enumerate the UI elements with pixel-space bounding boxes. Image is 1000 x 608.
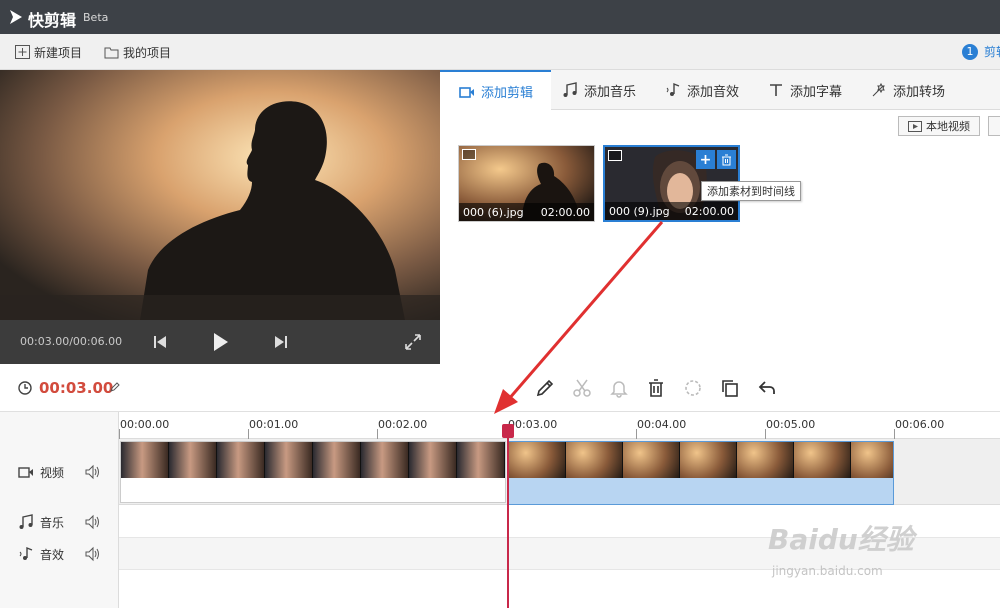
new-project-label: 新建项目	[34, 45, 83, 60]
folder-icon	[104, 47, 119, 59]
previous-frame-icon[interactable]	[150, 332, 170, 352]
local-video-label: 本地视频	[926, 120, 970, 133]
image-type-icon	[462, 149, 476, 160]
ruler-label: 00:05.00	[766, 418, 816, 431]
next-frame-icon[interactable]	[271, 332, 291, 352]
text-icon	[770, 84, 782, 96]
notification-badge: 1	[962, 43, 978, 60]
video-file-icon	[908, 120, 922, 132]
video-camera-icon	[459, 86, 474, 98]
clip-filmstrip	[121, 442, 505, 478]
copy-icon[interactable]	[720, 378, 740, 398]
media-duration: 02:00.00	[684, 204, 734, 218]
undo-icon[interactable]	[757, 378, 777, 398]
scissors-icon[interactable]	[572, 378, 592, 398]
playhead[interactable]	[507, 426, 509, 608]
new-project-button[interactable]: 新建项目	[15, 43, 82, 61]
edit-toolbar: 00:03.00	[0, 364, 1000, 412]
track-headers: 视频 音乐 音效	[0, 412, 119, 608]
trash-icon[interactable]	[646, 378, 666, 398]
tab-label: 添加剪辑	[481, 86, 534, 101]
plus-box-icon	[15, 45, 30, 59]
tab-add-subtitle[interactable]: 添加字幕	[768, 70, 842, 110]
bell-icon[interactable]	[609, 378, 629, 398]
tab-label: 添加转场	[893, 84, 946, 100]
media-item[interactable]: 000 (6).jpg 02:00.00	[458, 145, 595, 222]
image-type-icon	[608, 150, 622, 161]
current-timecode: 00:03.00	[39, 379, 114, 397]
ruler-label: 00:03.00	[508, 418, 558, 431]
video-preview: 00:03.00/00:06.00	[0, 70, 440, 364]
version-tag: Beta	[83, 11, 109, 24]
time-ruler[interactable]: 00:00.00 00:01.00 00:02.00 00:03.00 00:0…	[119, 412, 1000, 439]
ruler-label: 00:06.00	[895, 418, 945, 431]
volume-icon[interactable]	[84, 464, 100, 480]
notification[interactable]: 1 剪辑	[962, 43, 1000, 60]
app-name: 快剪辑	[28, 11, 77, 30]
music-note-icon	[563, 82, 577, 97]
title-bar: 快剪辑 Beta	[0, 0, 1000, 34]
media-duration: 02:00.00	[540, 205, 590, 219]
playhead-handle[interactable]	[502, 424, 514, 438]
add-to-timeline-tooltip: 添加素材到时间线	[701, 181, 801, 201]
video-camera-icon	[18, 467, 33, 478]
ruler-label: 00:02.00	[378, 418, 428, 431]
delete-media-icon[interactable]	[717, 150, 736, 169]
tab-add-music[interactable]: 添加音乐	[562, 70, 636, 110]
timeline[interactable]: 00:00.00 00:01.00 00:02.00 00:03.00 00:0…	[119, 412, 1000, 608]
media-filename: 000 (9).jpg	[609, 204, 670, 218]
fullscreen-icon[interactable]	[403, 332, 423, 352]
more-import-button[interactable]	[988, 116, 1000, 136]
transition-icon	[872, 82, 885, 97]
ruler-label: 00:01.00	[249, 418, 299, 431]
clip-filmstrip	[509, 442, 893, 478]
track-name: 音乐	[40, 515, 65, 530]
sound-effect-icon	[19, 546, 33, 560]
media-actions: +	[696, 150, 736, 169]
my-projects-label: 我的项目	[123, 45, 172, 60]
player-controls: 00:03.00/00:06.00	[0, 320, 440, 364]
volume-icon[interactable]	[84, 546, 100, 562]
video-clip[interactable]	[120, 441, 506, 503]
track-header-music: 音乐	[0, 506, 119, 538]
track-name: 音效	[40, 547, 65, 562]
edit-time-icon[interactable]	[110, 382, 120, 392]
media-filename: 000 (6).jpg	[463, 205, 524, 219]
preview-time: 00:03.00/00:06.00	[20, 335, 123, 348]
video-clip-selected[interactable]	[508, 441, 894, 505]
sound-effect-track[interactable]	[119, 538, 1000, 570]
ruler-label: 00:00.00	[120, 418, 170, 431]
sound-effect-icon	[666, 82, 680, 96]
track-header-sound-effect: 音效	[0, 538, 119, 570]
music-track[interactable]	[119, 506, 1000, 538]
tab-bar: 添加剪辑 添加音乐 添加音效 添加字幕 添加转场	[440, 70, 1000, 111]
notification-text: 剪辑	[984, 45, 1000, 59]
tab-label: 添加字幕	[790, 84, 843, 100]
tab-add-sound-effect[interactable]: 添加音效	[665, 70, 739, 110]
menu-bar: 新建项目 我的项目 1 剪辑	[0, 34, 1000, 70]
tab-add-transition[interactable]: 添加转场	[871, 70, 945, 110]
video-track[interactable]	[119, 439, 1000, 505]
volume-icon[interactable]	[84, 514, 100, 530]
media-caption: 000 (6).jpg 02:00.00	[459, 203, 594, 221]
crop-icon[interactable]	[683, 378, 703, 398]
media-caption: 000 (9).jpg 02:00.00	[605, 202, 738, 220]
track-name: 视频	[40, 465, 65, 480]
clock-icon	[18, 381, 32, 395]
tab-add-clip[interactable]: 添加剪辑	[440, 70, 551, 111]
ruler-label: 00:04.00	[637, 418, 687, 431]
add-to-timeline-icon[interactable]: +	[696, 150, 715, 169]
my-projects-button[interactable]: 我的项目	[104, 43, 171, 61]
media-panel: 添加剪辑 添加音乐 添加音效 添加字幕 添加转场 本地视频 000 (6).jp…	[440, 70, 1000, 364]
track-header-video: 视频	[0, 439, 119, 505]
local-video-button[interactable]: 本地视频	[898, 116, 980, 136]
app-logo-icon	[10, 10, 22, 24]
music-note-icon	[19, 514, 33, 529]
play-icon[interactable]	[210, 332, 230, 352]
tab-label: 添加音效	[687, 84, 740, 100]
tab-label: 添加音乐	[584, 84, 637, 100]
pencil-icon[interactable]	[535, 378, 555, 398]
preview-image	[0, 70, 440, 320]
